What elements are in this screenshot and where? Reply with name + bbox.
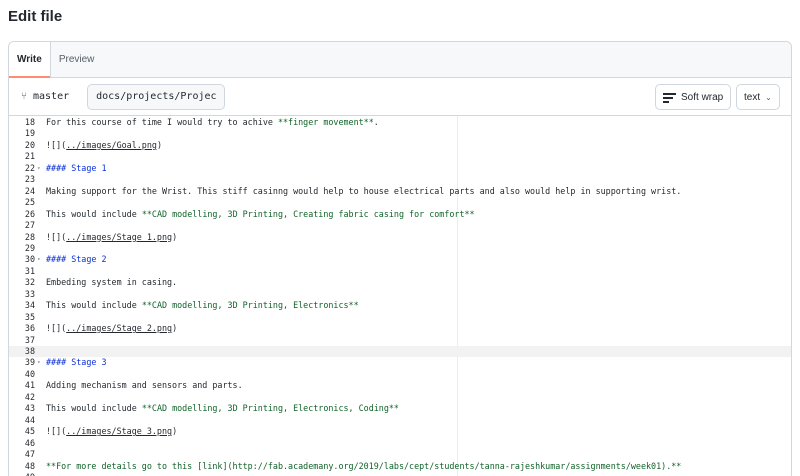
line-number: 36 xyxy=(24,323,35,334)
mode-select[interactable]: text ⌄ xyxy=(736,84,780,110)
fold-toggle-icon[interactable]: ▾ xyxy=(37,163,41,174)
line-text: ![](../images/Goal.png) xyxy=(46,139,162,150)
line-number: 18 xyxy=(24,117,35,127)
line-number: 27 xyxy=(24,220,35,231)
code-line[interactable]: 26 This would include **CAD modelling, 3D… xyxy=(9,209,791,220)
line-number: 32 xyxy=(24,277,35,288)
code-line[interactable]: 18 For this course of time I would try to… xyxy=(9,117,791,128)
line-number: 33 xyxy=(24,288,35,299)
code-line[interactable]: 45 ![](../images/Stage 3.png) xyxy=(9,426,791,437)
code-line[interactable]: 23 xyxy=(9,174,791,185)
code-line[interactable]: 20 ![](../images/Goal.png) xyxy=(9,140,791,151)
branch-name: master xyxy=(33,91,70,102)
code-line[interactable]: 38 xyxy=(9,346,791,358)
line-text: Making support for the Wrist. This stiff… xyxy=(46,185,682,196)
line-text: This would include **CAD modelling, 3D P… xyxy=(46,403,399,414)
code-line[interactable]: 48 **For more details go to this [link](h… xyxy=(9,461,791,472)
line-text: ![](../images/Stage 2.png) xyxy=(46,323,178,334)
code-line[interactable]: 28 ![](../images/Stage 1.png) xyxy=(9,232,791,243)
branch-indicator: ⑂ master xyxy=(17,91,73,102)
code-line[interactable]: 39 ▾ #### Stage 3 xyxy=(9,357,791,368)
code-editor[interactable]: 18 For this course of time I would try to… xyxy=(9,116,791,476)
line-number: 48 xyxy=(24,460,35,471)
code-line[interactable]: 35 xyxy=(9,312,791,323)
line-number: 22 xyxy=(24,162,35,173)
line-text: ![](../images/Stage 3.png) xyxy=(46,426,178,437)
code-line[interactable]: 25 xyxy=(9,197,791,208)
soft-wrap-icon xyxy=(663,92,676,103)
code-line[interactable]: 24 Making support for the Wrist. This sti… xyxy=(9,186,791,197)
code-line[interactable]: 37 xyxy=(9,335,791,346)
line-text: ![](../images/Stage 1.png) xyxy=(46,231,178,242)
line-text: Adding mechanism and sensors and parts. xyxy=(46,380,243,391)
line-text: **For more details go to this [link](htt… xyxy=(46,460,682,471)
soft-wrap-label: Soft wrap xyxy=(681,91,724,103)
line-number: 29 xyxy=(24,242,35,253)
line-number: 26 xyxy=(24,208,35,219)
fold-toggle-icon[interactable]: ▾ xyxy=(37,357,41,368)
editor-tabs: Write Preview xyxy=(9,42,791,78)
git-branch-icon: ⑂ xyxy=(21,91,27,102)
code-line[interactable]: 49 xyxy=(9,472,791,476)
code-line[interactable]: 30 ▾ #### Stage 2 xyxy=(9,254,791,265)
code-line[interactable]: 34 This would include **CAD modelling, 3D… xyxy=(9,300,791,311)
line-number: 23 xyxy=(24,174,35,185)
line-number: 39 xyxy=(24,357,35,368)
code-line[interactable]: 32 Embeding system in casing. xyxy=(9,277,791,288)
code-line[interactable]: 19 xyxy=(9,128,791,139)
page-title: Edit file xyxy=(8,8,63,25)
line-number: 35 xyxy=(24,311,35,322)
file-path-input[interactable]: docs/projects/Projec xyxy=(87,83,226,110)
code-line[interactable]: 43 This would include **CAD modelling, 3D… xyxy=(9,403,791,414)
line-number: 47 xyxy=(24,449,35,460)
code-line[interactable]: 27 xyxy=(9,220,791,231)
code-line[interactable]: 29 xyxy=(9,243,791,254)
tab-preview[interactable]: Preview xyxy=(51,42,103,77)
chevron-down-icon: ⌄ xyxy=(765,92,772,102)
line-number: 41 xyxy=(24,380,35,391)
line-number: 44 xyxy=(24,414,35,425)
line-number: 21 xyxy=(24,151,35,162)
fold-toggle-icon[interactable]: ▾ xyxy=(37,254,41,265)
code-line[interactable]: 22 ▾ #### Stage 1 xyxy=(9,163,791,174)
line-number: 40 xyxy=(24,368,35,379)
line-text: This would include **CAD modelling, 3D P… xyxy=(46,208,475,219)
editor-toolbar: ⑂ master docs/projects/Projec Soft wrap … xyxy=(9,78,791,116)
line-number: 28 xyxy=(24,231,35,242)
tab-write[interactable]: Write xyxy=(9,42,51,78)
code-line[interactable]: 42 xyxy=(9,392,791,403)
code-line[interactable]: 21 xyxy=(9,151,791,162)
code-line[interactable]: 40 xyxy=(9,369,791,380)
soft-wrap-button[interactable]: Soft wrap xyxy=(655,84,732,110)
line-number: 25 xyxy=(24,197,35,208)
file-editor: Write Preview ⑂ master docs/projects/Pro… xyxy=(8,41,792,476)
line-number: 31 xyxy=(24,265,35,276)
line-number: 30 xyxy=(24,254,35,265)
code-line[interactable]: 41 Adding mechanism and sensors and parts… xyxy=(9,380,791,391)
line-number: 42 xyxy=(24,391,35,402)
line-text: #### Stage 1 xyxy=(46,162,107,173)
line-number: 34 xyxy=(24,300,35,311)
line-number: 49 xyxy=(9,472,35,476)
line-text: Embeding system in casing. xyxy=(46,277,178,288)
line-number: 20 xyxy=(24,139,35,150)
line-number: 38 xyxy=(24,346,35,356)
line-number: 37 xyxy=(24,334,35,345)
code-line[interactable]: 36 ![](../images/Stage 2.png) xyxy=(9,323,791,334)
line-text: #### Stage 3 xyxy=(46,357,107,368)
code-line[interactable]: 47 xyxy=(9,449,791,460)
line-number: 45 xyxy=(24,426,35,437)
line-text: For this course of time I would try to a… xyxy=(46,117,379,127)
line-text: This would include **CAD modelling, 3D P… xyxy=(46,300,359,311)
line-number: 24 xyxy=(24,185,35,196)
code-line[interactable]: 33 xyxy=(9,289,791,300)
line-number: 46 xyxy=(24,437,35,448)
code-line[interactable]: 46 xyxy=(9,438,791,449)
code-line[interactable]: 31 xyxy=(9,266,791,277)
line-number: 43 xyxy=(24,403,35,414)
line-number: 19 xyxy=(24,128,35,139)
line-text: #### Stage 2 xyxy=(46,254,107,265)
mode-select-value: text xyxy=(744,91,761,103)
code-line[interactable]: 44 xyxy=(9,415,791,426)
